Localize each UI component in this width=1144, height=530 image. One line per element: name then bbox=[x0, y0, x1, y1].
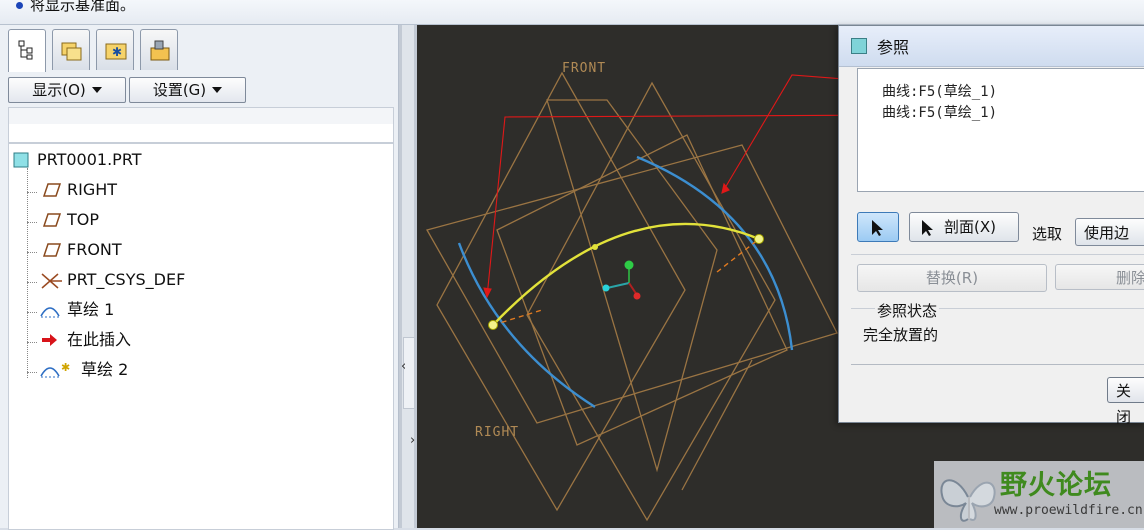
insert-arrow-icon bbox=[42, 334, 57, 346]
blue-curve-right bbox=[636, 155, 794, 351]
tab-model-tree[interactable] bbox=[8, 29, 46, 72]
chevron-down-icon bbox=[91, 87, 102, 93]
panel-splitter[interactable]: ‹ › bbox=[399, 25, 417, 528]
select-label: 选取 bbox=[1032, 225, 1063, 243]
datum-plane-icon bbox=[42, 183, 61, 197]
svg-text:✱: ✱ bbox=[112, 45, 122, 59]
tab-folder-browser[interactable] bbox=[52, 29, 90, 70]
chevron-right-icon: › bbox=[410, 433, 416, 448]
tab-connections[interactable] bbox=[140, 29, 178, 70]
close-button-label: 关闭 bbox=[1116, 382, 1132, 426]
tree-item-label: PRT0001.PRT bbox=[37, 150, 142, 169]
tree-item-label: 草绘 1 bbox=[67, 300, 115, 319]
tree-item-label: FRONT bbox=[67, 240, 122, 259]
butterfly-logo-icon bbox=[940, 479, 996, 522]
coordinate-triad bbox=[602, 260, 641, 300]
replace-button[interactable]: 替换(R) bbox=[857, 264, 1047, 292]
dialog-title: 参照 bbox=[877, 38, 910, 57]
yellow-curve bbox=[492, 222, 760, 326]
tree-item-label: RIGHT bbox=[67, 180, 118, 199]
status-value: 完全放置的 bbox=[863, 326, 939, 344]
part-icon bbox=[13, 152, 29, 168]
endpoint-left bbox=[488, 320, 498, 330]
tree-item-label: TOP bbox=[67, 210, 100, 229]
display-button-label: 显示(O) bbox=[32, 81, 86, 99]
sketch-new-icon: ✱ bbox=[40, 362, 70, 378]
datum-plane-right bbox=[546, 99, 718, 473]
watermark: 野火论坛 www.proewildfire.cn bbox=[934, 461, 1144, 528]
tab-favorites[interactable]: ✱ bbox=[96, 29, 134, 70]
chevron-down-icon bbox=[212, 87, 223, 93]
watermark-url: www.proewildfire.cn bbox=[994, 503, 1143, 518]
plane-label-front: FRONT bbox=[562, 61, 607, 76]
references-list[interactable]: 曲线:F5(草绘_1) 曲线:F5(草绘_1) bbox=[857, 68, 1144, 192]
info-bullet-icon bbox=[16, 2, 23, 9]
tree-item-label: 在此插入 bbox=[67, 330, 132, 349]
settings-dropdown-button[interactable]: 设置(G) bbox=[129, 77, 246, 103]
datum-plane-right bbox=[526, 81, 776, 522]
replace-button-label: 替换(R) bbox=[925, 269, 979, 287]
datum-plane-icon bbox=[42, 243, 61, 257]
delete-button[interactable]: 删除 bbox=[1055, 264, 1144, 290]
references-dialog: 参照 曲线:F5(草绘_1) 曲线:F5(草绘_1) 剖面(X) 选取 使用边 … bbox=[838, 25, 1144, 426]
datum-plane-icon bbox=[42, 213, 61, 227]
watermark-brand: 野火论坛 bbox=[1000, 470, 1112, 501]
folder-icon bbox=[61, 42, 82, 61]
message-text: 将显示基准面。 bbox=[30, 0, 136, 14]
status-group-label: 参照状态 bbox=[875, 300, 940, 321]
settings-button-label: 设置(G) bbox=[152, 81, 207, 99]
favorites-folder-icon: ✱ bbox=[105, 43, 127, 60]
datum-plane-front bbox=[436, 71, 686, 512]
sketch-icon bbox=[40, 307, 60, 318]
tree-icon bbox=[18, 40, 33, 60]
coordinate-system-icon bbox=[41, 273, 62, 289]
cursor-arrow-icon bbox=[922, 220, 933, 236]
svg-text:✱: ✱ bbox=[61, 362, 70, 374]
tools-icon bbox=[150, 40, 170, 61]
model-tree-panel: ✱ 显示(O) 设置(G) PRT0001.PRT RIGHT TOP FRON… bbox=[0, 25, 399, 530]
chevron-left-icon: ‹ bbox=[401, 359, 407, 374]
display-dropdown-button[interactable]: 显示(O) bbox=[8, 77, 126, 103]
reference-item[interactable]: 曲线:F5(草绘_1) bbox=[882, 102, 997, 122]
endpoint-right bbox=[754, 234, 764, 244]
delete-button-label: 删除 bbox=[1116, 269, 1144, 287]
select-type-dropdown[interactable]: 使用边 bbox=[1075, 218, 1144, 246]
tree-item-label: 草绘 2 bbox=[81, 360, 129, 379]
tree-item-label: PRT_CSYS_DEF bbox=[67, 270, 186, 289]
select-pointer-button[interactable] bbox=[857, 212, 899, 242]
plane-label-right: RIGHT bbox=[475, 425, 520, 440]
section-button[interactable]: 剖面(X) bbox=[909, 212, 1019, 242]
cursor-arrow-icon bbox=[872, 220, 883, 236]
tree-filter-area bbox=[8, 107, 394, 143]
dialog-title-bar[interactable]: 参照 bbox=[839, 26, 1144, 67]
part-icon bbox=[851, 38, 867, 54]
close-button[interactable]: 关闭 bbox=[1107, 377, 1144, 426]
message-bar: 将显示基准面。 bbox=[0, 0, 1144, 25]
reference-item[interactable]: 曲线:F5(草绘_1) bbox=[882, 81, 997, 101]
model-tree: PRT0001.PRT RIGHT TOP FRONT PRT_CSYS_DEF… bbox=[8, 143, 394, 530]
select-type-value: 使用边 bbox=[1084, 224, 1130, 242]
section-button-label: 剖面(X) bbox=[944, 218, 996, 236]
blue-curve-left bbox=[457, 242, 596, 409]
